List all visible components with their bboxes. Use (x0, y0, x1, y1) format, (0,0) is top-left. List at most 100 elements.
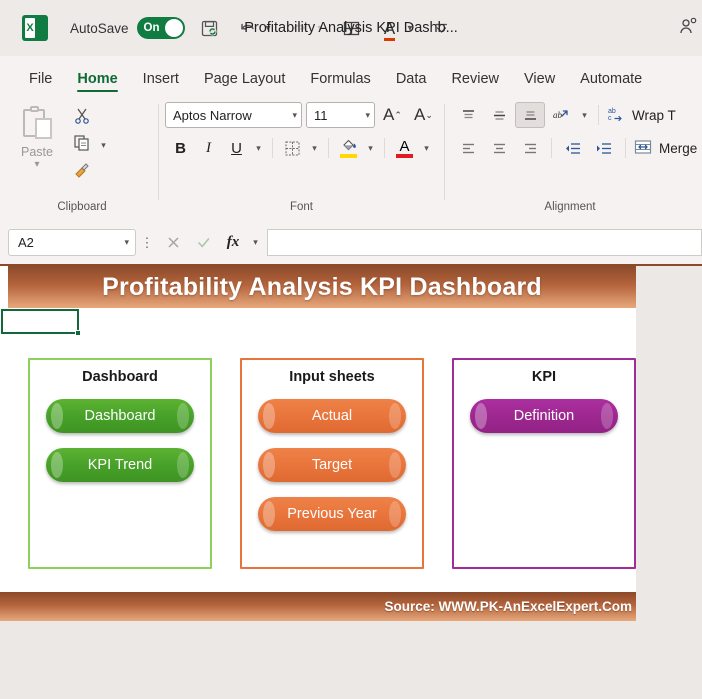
align-left-icon[interactable] (453, 135, 483, 161)
align-right-icon[interactable] (515, 135, 545, 161)
enter-icon[interactable] (188, 229, 218, 256)
copy-dropdown-icon[interactable]: ▾ (96, 132, 111, 158)
clipboard-group-label: Clipboard (57, 201, 107, 213)
decrease-indent-icon[interactable] (558, 135, 588, 161)
increase-indent-icon[interactable] (589, 135, 619, 161)
tab-data[interactable]: Data (385, 67, 438, 94)
chevron-down-icon: ▾ (292, 109, 297, 120)
button-previous-year[interactable]: Previous Year (258, 497, 406, 531)
font-color-icon[interactable]: A (391, 135, 418, 161)
font-name-combo[interactable]: Aptos Narrow ▾ (165, 102, 302, 128)
share-person-icon[interactable] (678, 16, 698, 41)
dashboard-sheet: Profitability Analysis KPI Dashboard Das… (0, 266, 636, 621)
dashboard-title: Profitability Analysis KPI Dashboard (102, 272, 542, 301)
formula-input[interactable] (267, 229, 702, 256)
divider (598, 105, 599, 125)
font-size-combo[interactable]: 11 ▾ (306, 102, 375, 128)
orientation-icon[interactable]: ab (546, 102, 576, 128)
dashboard-footer: Source: WWW.PK-AnExcelExpert.Com (0, 592, 636, 621)
name-box[interactable]: A2 ▾ (8, 229, 136, 256)
selected-cell-a2[interactable] (1, 309, 81, 336)
tab-automate[interactable]: Automate (569, 67, 653, 94)
borders-dropdown-icon[interactable]: ▾ (307, 135, 322, 161)
fx-label: fx (226, 234, 240, 250)
align-center-icon[interactable] (484, 135, 514, 161)
autosave-label: AutoSave (70, 20, 129, 36)
font-size-value: 11 (314, 107, 328, 123)
panel-dashboard: Dashboard Dashboard KPI Trend (28, 344, 212, 569)
tab-insert[interactable]: Insert (132, 67, 190, 94)
wrap-text-button[interactable]: ab c Wrap T (605, 106, 676, 125)
divider (328, 138, 329, 158)
orientation-dropdown-icon[interactable]: ▾ (577, 102, 592, 128)
save-icon[interactable] (197, 15, 223, 41)
worksheet-background (0, 621, 702, 637)
divider (551, 138, 552, 158)
decrease-font-size-icon[interactable]: A ⌄ (410, 102, 437, 128)
format-painter-icon[interactable] (68, 161, 96, 183)
font-color-icon[interactable]: A (377, 15, 403, 41)
bold-button[interactable]: B (167, 135, 194, 161)
formula-expand-icon[interactable]: ▾ (248, 230, 263, 256)
increase-font-size-icon[interactable]: A ⌃ (379, 102, 406, 128)
underline-button[interactable]: U (223, 135, 250, 161)
font-color-dropdown-icon[interactable]: ▾ (404, 15, 417, 41)
undo-icon[interactable] (235, 15, 261, 41)
button-actual[interactable]: Actual (258, 399, 406, 433)
redo-icon (287, 15, 313, 41)
divider (272, 138, 273, 158)
excel-logo-letter: X (26, 22, 34, 34)
align-top-icon[interactable] (453, 102, 483, 128)
cancel-icon[interactable] (158, 229, 188, 256)
borders-icon[interactable] (279, 135, 306, 161)
panel-input-sheets-title: Input sheets (281, 367, 383, 387)
paste-dropdown-icon[interactable]: ▾ (34, 159, 39, 170)
tab-file[interactable]: File (18, 67, 63, 94)
svg-text:ab: ab (608, 108, 616, 115)
worksheet-area: Profitability Analysis KPI Dashboard Das… (0, 266, 702, 637)
undo-dropdown-icon[interactable]: ▾ (262, 15, 275, 41)
button-kpi-trend-label: KPI Trend (87, 457, 153, 473)
button-actual-label: Actual (311, 408, 353, 424)
font-color-swatch (396, 154, 413, 158)
button-definition[interactable]: Definition (470, 399, 618, 433)
button-previous-year-label: Previous Year (287, 506, 377, 522)
scissors-icon[interactable] (68, 107, 96, 129)
tab-page-layout[interactable]: Page Layout (193, 67, 296, 94)
panel-input-sheets: Input sheets Actual Target Previous Year (240, 344, 424, 569)
insert-function-icon[interactable]: fx (218, 229, 248, 256)
font-color-glyph: A (383, 18, 396, 41)
tab-view[interactable]: View (513, 67, 566, 94)
underline-dropdown-icon[interactable]: ▾ (251, 135, 266, 161)
paste-button[interactable]: Paste ▾ (6, 102, 68, 170)
formula-bar-handle[interactable]: ⋮ (136, 235, 158, 251)
panel-row: Dashboard Dashboard KPI Trend Input shee… (0, 344, 636, 569)
paste-icon (19, 106, 55, 144)
customize-toolbar-icon[interactable] (429, 15, 455, 41)
paste-label: Paste (21, 145, 53, 159)
merge-button[interactable]: Merge (632, 139, 697, 158)
tab-home[interactable]: Home (66, 67, 128, 94)
merge-cells-icon (632, 139, 654, 158)
fill-color-icon[interactable] (335, 135, 362, 161)
button-kpi-trend[interactable]: KPI Trend (46, 448, 194, 482)
fill-handle[interactable] (75, 330, 81, 336)
panel-dashboard-title: Dashboard (74, 367, 166, 387)
button-target[interactable]: Target (258, 448, 406, 482)
redo-dropdown-icon: ▾ (317, 22, 323, 34)
fill-color-dropdown-icon[interactable]: ▾ (363, 135, 378, 161)
source-text: Source: WWW.PK-AnExcelExpert.Com (384, 599, 632, 614)
autosave-toggle[interactable]: On (136, 17, 185, 39)
tab-review[interactable]: Review (440, 67, 510, 94)
title-bar: X AutoSave On ▾ ▾ A ▾ Profitability Anal… (0, 0, 702, 56)
dashboard-banner: Profitability Analysis KPI Dashboard (8, 266, 636, 308)
copy-icon[interactable] (68, 134, 96, 156)
wrap-text-label: Wrap T (632, 107, 676, 123)
tab-formulas[interactable]: Formulas (299, 67, 381, 94)
align-bottom-icon[interactable] (515, 102, 545, 128)
italic-button[interactable]: I (195, 135, 222, 161)
table-icon[interactable] (339, 15, 365, 41)
align-middle-icon[interactable] (484, 102, 514, 128)
font-color-dropdown-icon[interactable]: ▾ (419, 135, 434, 161)
button-dashboard[interactable]: Dashboard (46, 399, 194, 433)
